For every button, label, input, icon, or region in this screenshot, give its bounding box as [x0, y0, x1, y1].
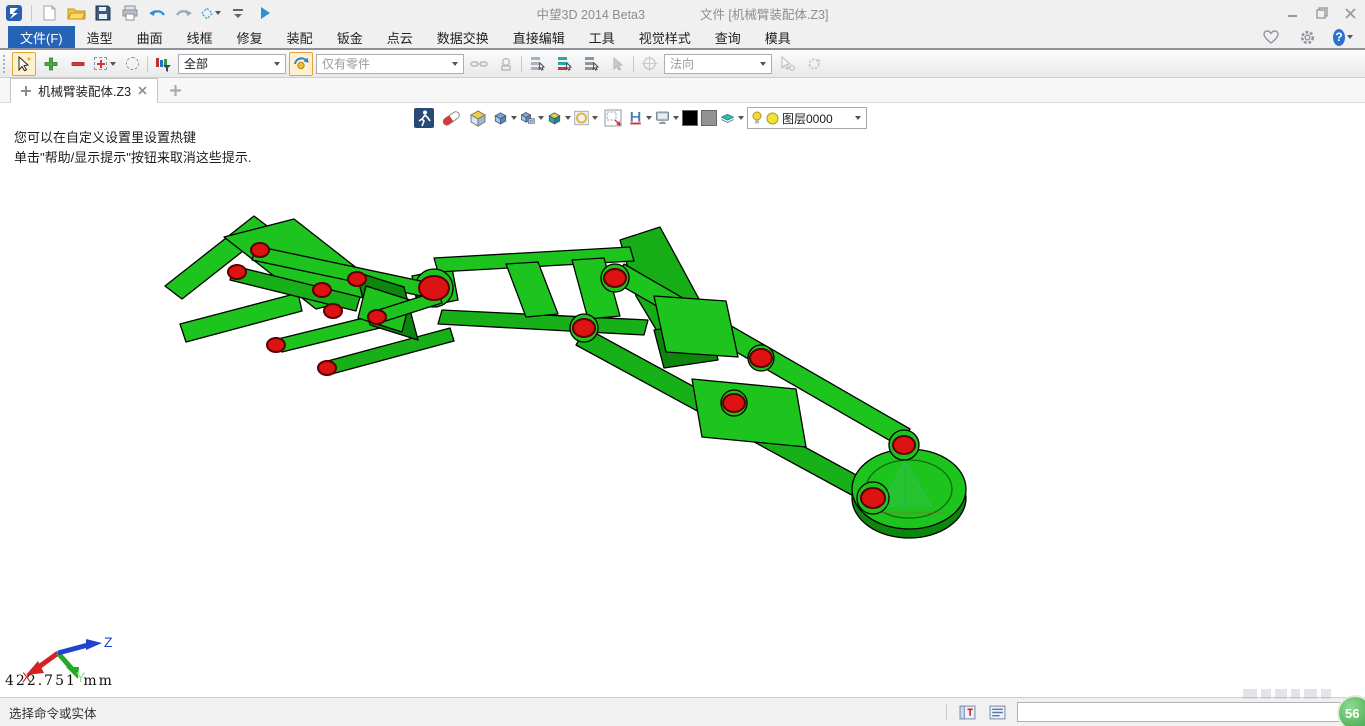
help-glyph: ?: [1333, 29, 1345, 46]
pick-box-button[interactable]: [93, 52, 117, 76]
list-all-button[interactable]: [525, 52, 549, 76]
divider: [633, 56, 634, 72]
print-icon[interactable]: [120, 3, 140, 23]
status-bar-right: [946, 702, 1365, 722]
pick-level-combobox[interactable]: 仅有零件: [316, 54, 464, 74]
tab-tools[interactable]: 工具: [577, 26, 627, 48]
command-input[interactable]: [1017, 702, 1349, 722]
cursor-locate-button[interactable]: [775, 52, 799, 76]
app-title: 中望3D 2014 Beta3: [537, 4, 645, 23]
tab-plus-icon: [21, 86, 31, 96]
settings-gear-icon[interactable]: [1297, 27, 1317, 47]
toolbar-options-icon[interactable]: [228, 3, 248, 23]
tab-direct-edit[interactable]: 直接编辑: [501, 26, 577, 48]
restore-button[interactable]: [1307, 2, 1336, 24]
orbit-rotate-button[interactable]: [289, 52, 313, 76]
status-message: 选择命令或实体: [9, 703, 97, 722]
undo-icon[interactable]: [147, 3, 167, 23]
add-entity-button[interactable]: [39, 52, 63, 76]
watermark: [1243, 689, 1331, 699]
close-button[interactable]: [1336, 2, 1365, 24]
model-viewport[interactable]: [0, 103, 1365, 697]
input-toggle-icon[interactable]: [957, 702, 977, 722]
ribbon-right-icons: ?: [1261, 26, 1365, 48]
tab-sheetmetal[interactable]: 钣金: [325, 26, 375, 48]
favorites-icon[interactable]: [1261, 27, 1281, 47]
document-title: 文件 [机械臂装配体.Z3]: [700, 4, 828, 23]
corner-badge: 56: [1337, 695, 1365, 726]
list-colored-button[interactable]: [552, 52, 576, 76]
direction-combobox[interactable]: 法向: [664, 54, 772, 74]
compass-normal-button[interactable]: [637, 52, 661, 76]
tab-repair[interactable]: 修复: [225, 26, 275, 48]
title-bar: 中望3D 2014 Beta3 文件 [机械臂装配体.Z3]: [0, 0, 1365, 26]
lasso-button[interactable]: [120, 52, 144, 76]
quick-access-toolbar: [0, 3, 275, 23]
entity-filter-value: 全部: [184, 55, 208, 72]
document-tab-label: 机械臂装配体.Z3: [38, 81, 131, 100]
tab-wireframe[interactable]: 线框: [175, 26, 225, 48]
app-logo-icon: [4, 3, 24, 23]
entity-filter-button[interactable]: [151, 52, 175, 76]
status-bar: 选择命令或实体: [0, 697, 1365, 726]
help-dropdown-arrow-icon[interactable]: [1347, 35, 1353, 39]
tab-inquire[interactable]: 查询: [703, 26, 753, 48]
pick-level-value: 仅有零件: [322, 55, 370, 72]
tab-visual-style[interactable]: 视觉样式: [627, 26, 703, 48]
robot-arm-assembly[interactable]: [165, 216, 966, 538]
regen-gear-button[interactable]: [802, 52, 826, 76]
list-gray-button[interactable]: [579, 52, 603, 76]
start-task-icon[interactable]: [255, 3, 275, 23]
new-file-icon[interactable]: [39, 3, 59, 23]
pick-last-button[interactable]: [606, 52, 630, 76]
tab-assembly[interactable]: 装配: [275, 26, 325, 48]
tab-surface[interactable]: 曲面: [125, 26, 175, 48]
tab-pointcloud[interactable]: 点云: [375, 26, 425, 48]
document-tab-bar: 机械臂装配体.Z3: [0, 78, 1365, 103]
entity-filter-dropdown-icon[interactable]: [274, 62, 280, 66]
pick-box-icon: [94, 57, 107, 70]
pick-level-dropdown-icon[interactable]: [452, 62, 458, 66]
remove-entity-button[interactable]: [66, 52, 90, 76]
tab-file[interactable]: 文件(F): [8, 26, 75, 48]
selection-toolbar: 全部 仅有零件: [0, 50, 1365, 78]
tab-shape[interactable]: 造型: [75, 26, 125, 48]
link-child-button[interactable]: [494, 52, 518, 76]
lasso-icon: [126, 57, 139, 70]
open-file-icon[interactable]: [66, 3, 86, 23]
document-tab-active[interactable]: 机械臂装配体.Z3: [10, 78, 158, 103]
new-tab-button[interactable]: [158, 78, 192, 102]
select-arrow-button[interactable]: [12, 52, 36, 76]
axis-z-label: Z: [104, 634, 113, 650]
scale-measurement: 422.751 mm: [5, 673, 114, 689]
command-list-icon[interactable]: [987, 702, 1007, 722]
divider: [147, 56, 148, 72]
redo-icon[interactable]: [174, 3, 194, 23]
divider: [31, 5, 32, 21]
view-standard-icon[interactable]: [201, 3, 221, 23]
dropdown-arrow-icon[interactable]: [215, 11, 221, 15]
tab-close-icon[interactable]: [138, 86, 147, 95]
ribbon-tab-bar: 文件(F) 造型 曲面 线框 修复 装配 钣金 点云 数据交换 直接编辑 工具 …: [0, 26, 1365, 50]
entity-filter-combobox[interactable]: 全部: [178, 54, 286, 74]
divider: [521, 56, 522, 72]
tab-mold[interactable]: 模具: [753, 26, 803, 48]
direction-value: 法向: [670, 55, 694, 72]
save-file-icon[interactable]: [93, 3, 113, 23]
zw3d-window: 中望3D 2014 Beta3 文件 [机械臂装配体.Z3] 文件(F) 造型 …: [0, 0, 1365, 726]
direction-dropdown-icon[interactable]: [760, 62, 766, 66]
tab-data-exchange[interactable]: 数据交换: [425, 26, 501, 48]
help-icon[interactable]: ?: [1333, 27, 1353, 47]
window-controls: [1278, 2, 1365, 24]
toolbar-grip-handle[interactable]: [3, 55, 7, 73]
pick-box-dropdown-icon[interactable]: [110, 62, 116, 66]
minimize-button[interactable]: [1278, 2, 1307, 24]
graphics-area[interactable]: 您可以在自定义设置里设置热键 单击"帮助/显示提示"按钮来取消这些提示.: [0, 103, 1365, 697]
divider: [946, 704, 947, 720]
link-parent-button[interactable]: [467, 52, 491, 76]
